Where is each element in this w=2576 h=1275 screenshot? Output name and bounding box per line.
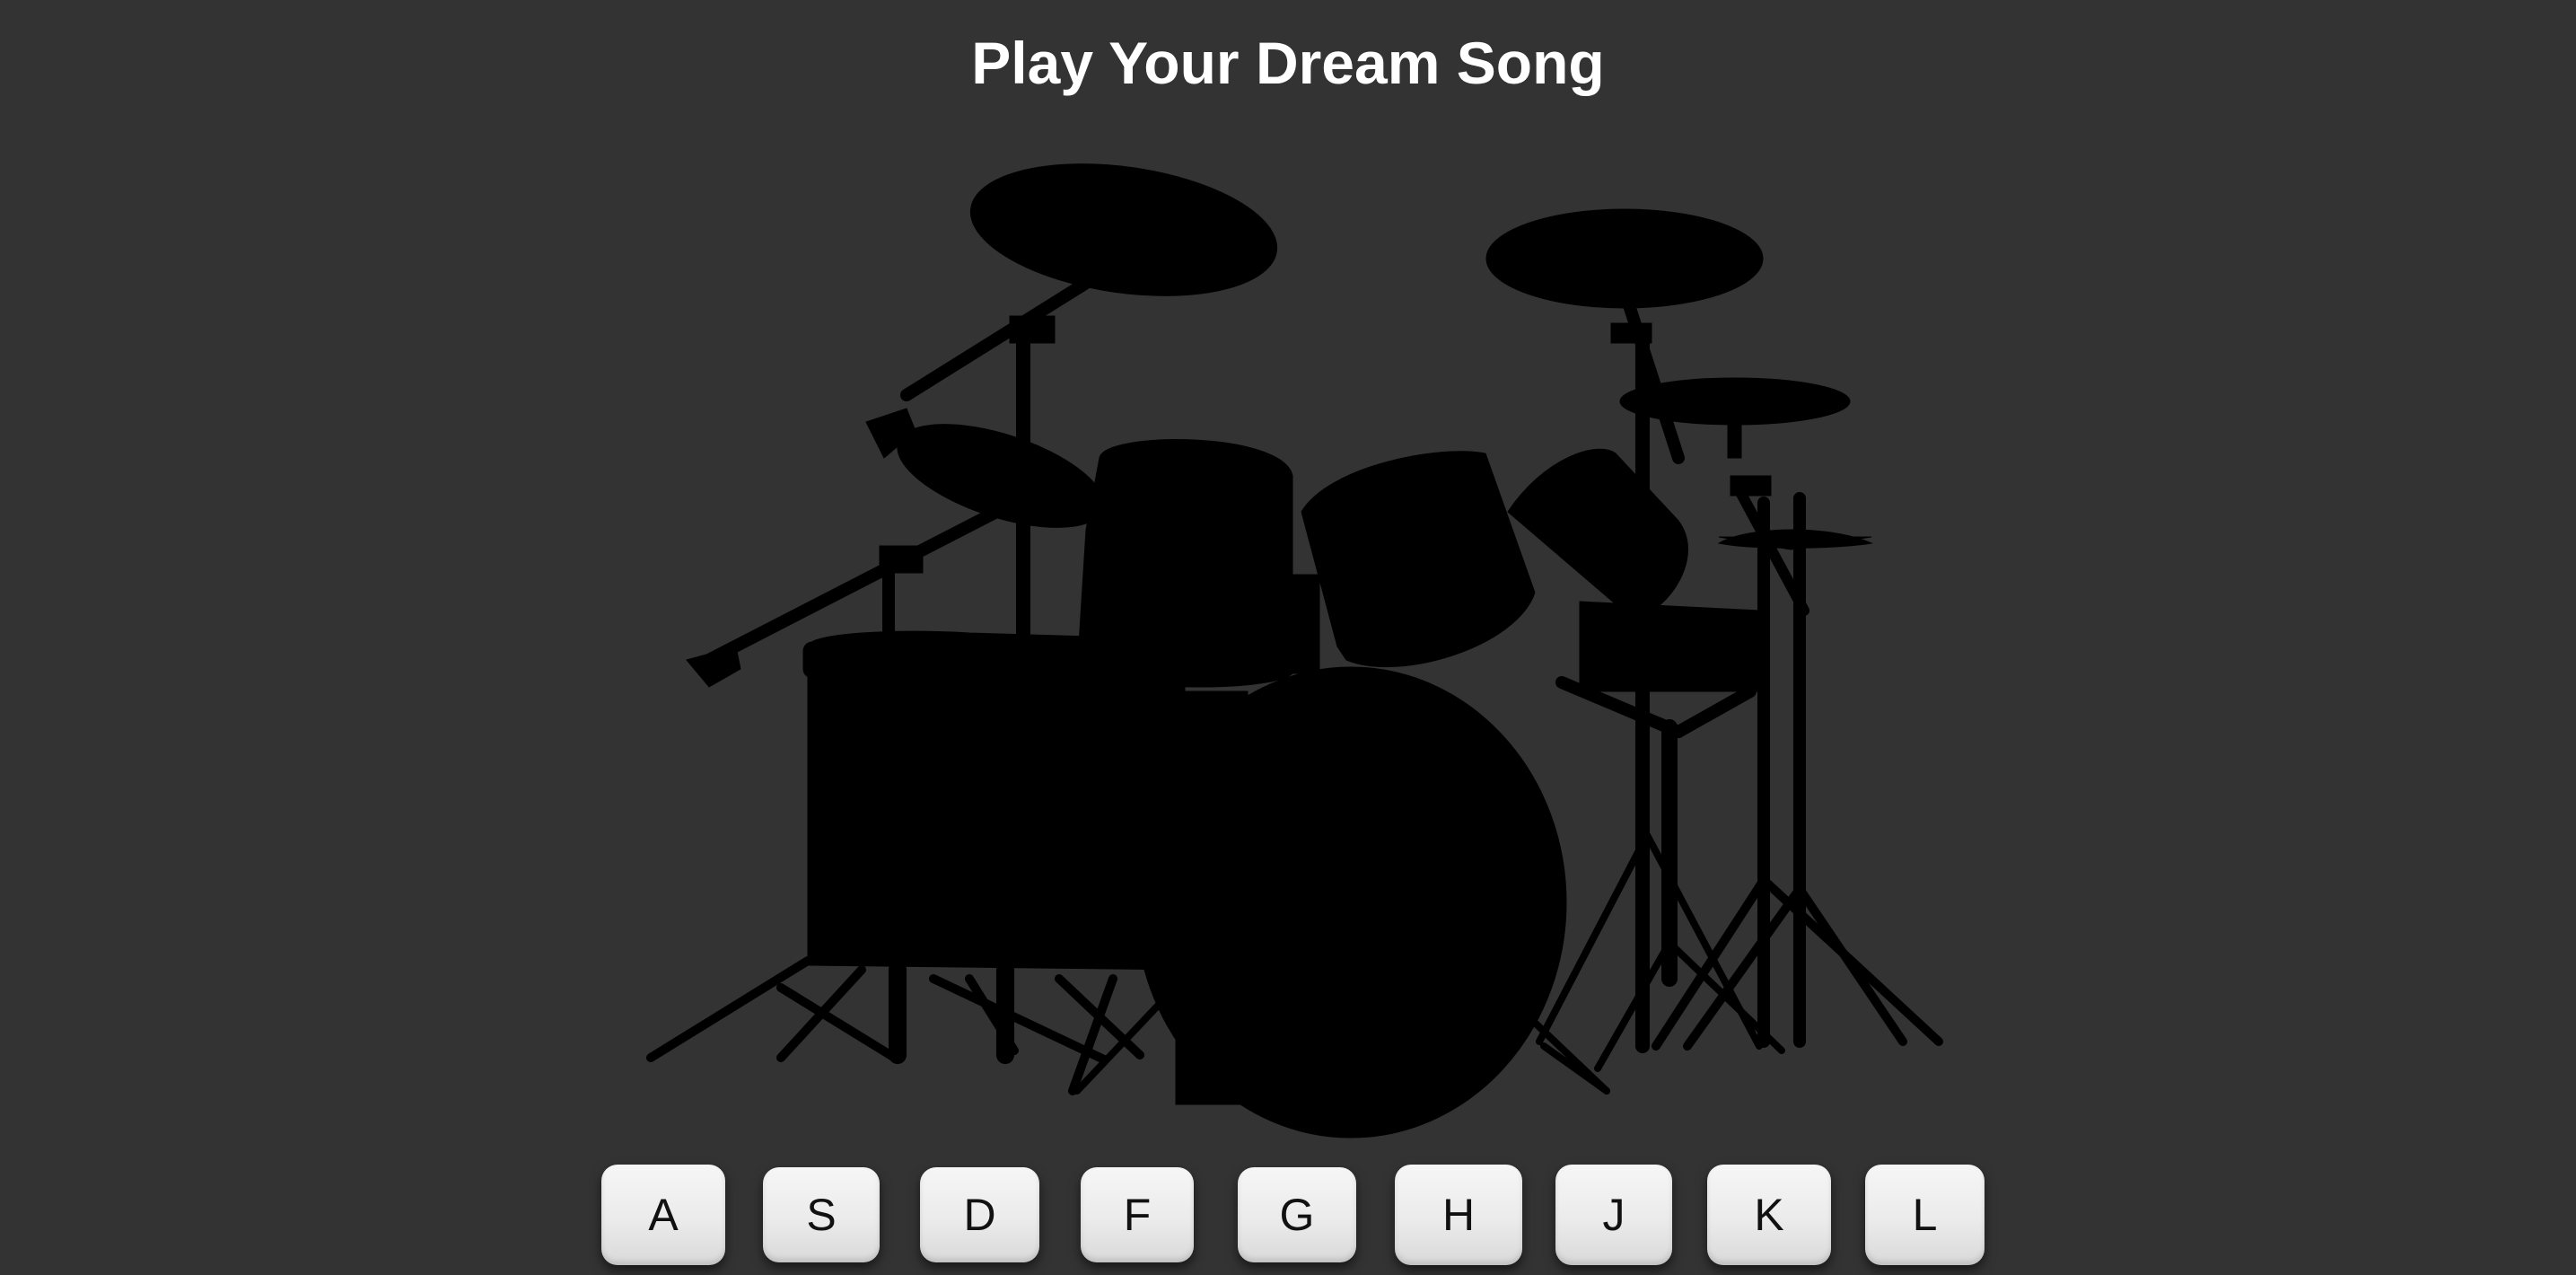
drum-kit-silhouette — [646, 163, 1943, 1139]
key-g-button[interactable]: G — [1238, 1167, 1356, 1262]
key-h-button[interactable]: H — [1395, 1165, 1522, 1265]
key-a-button[interactable]: A — [601, 1165, 725, 1265]
rack-tom-2 — [1301, 451, 1536, 667]
key-f-button[interactable]: F — [1081, 1167, 1194, 1262]
key-j-button[interactable]: J — [1555, 1165, 1672, 1265]
rack-tom-1 — [1076, 439, 1320, 688]
key-d-button[interactable]: D — [920, 1167, 1039, 1262]
hi-hat — [1652, 492, 1943, 1051]
rack-tom-3 — [1507, 448, 1760, 692]
cymbal-stand-legs — [1536, 676, 1785, 1095]
key-s-button[interactable]: S — [763, 1167, 880, 1262]
key-k-button[interactable]: K — [1707, 1165, 1831, 1265]
key-l-button[interactable]: L — [1865, 1165, 1985, 1265]
floor-tom — [646, 630, 1190, 1095]
